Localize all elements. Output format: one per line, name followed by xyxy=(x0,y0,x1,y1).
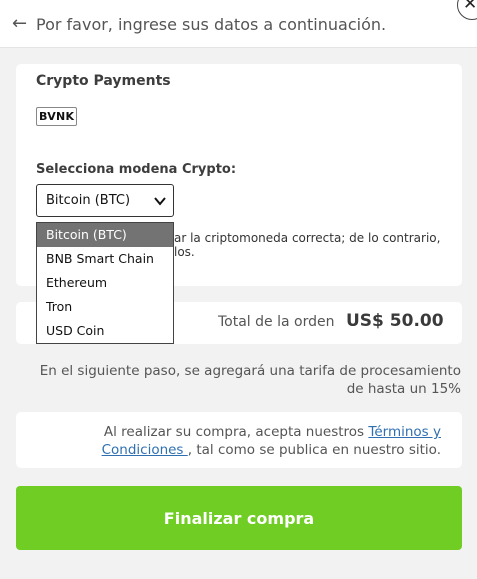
selected-currency: Bitcoin (BTC) xyxy=(46,193,131,208)
top-bar: ← Por favor, ingrese sus datos a continu… xyxy=(0,0,477,48)
dropdown-option-tron[interactable]: Tron xyxy=(37,295,173,319)
page-title: Por favor, ingrese sus datos a continuac… xyxy=(36,15,387,34)
crypto-currency-select[interactable]: Bitcoin (BTC) xyxy=(36,184,174,217)
dropdown-option-bnb[interactable]: BNB Smart Chain xyxy=(37,247,173,271)
terms-prefix: Al realizar su compra, acepta nuestros xyxy=(103,424,369,440)
bvnk-logo: BVNK xyxy=(36,107,78,126)
processing-fee-note: En el siguiente paso, se agregará una ta… xyxy=(39,363,461,397)
crypto-dropdown-list: Bitcoin (BTC) BNB Smart Chain Ethereum T… xyxy=(36,222,174,344)
dropdown-option-usdc[interactable]: USD Coin xyxy=(37,319,173,343)
finalize-purchase-button[interactable]: Finalizar compra xyxy=(16,486,462,550)
arrow-left-icon[interactable]: ← xyxy=(12,12,27,36)
close-icon: ✕ xyxy=(463,0,477,14)
terms-text: Al realizar su compra, acepta nuestros T… xyxy=(41,423,441,459)
section-title: Crypto Payments xyxy=(36,73,171,89)
crypto-select-label: Selecciona modena Crypto: xyxy=(36,162,237,177)
order-total-amount: US$ 50.00 xyxy=(346,311,444,331)
dropdown-option-btc[interactable]: Bitcoin (BTC) xyxy=(37,223,173,247)
order-total-label: Total de la orden xyxy=(218,314,335,330)
dropdown-option-eth[interactable]: Ethereum xyxy=(37,271,173,295)
terms-suffix: , tal como se publica en nuestro sitio. xyxy=(187,442,441,458)
chevron-down-icon xyxy=(154,197,166,206)
